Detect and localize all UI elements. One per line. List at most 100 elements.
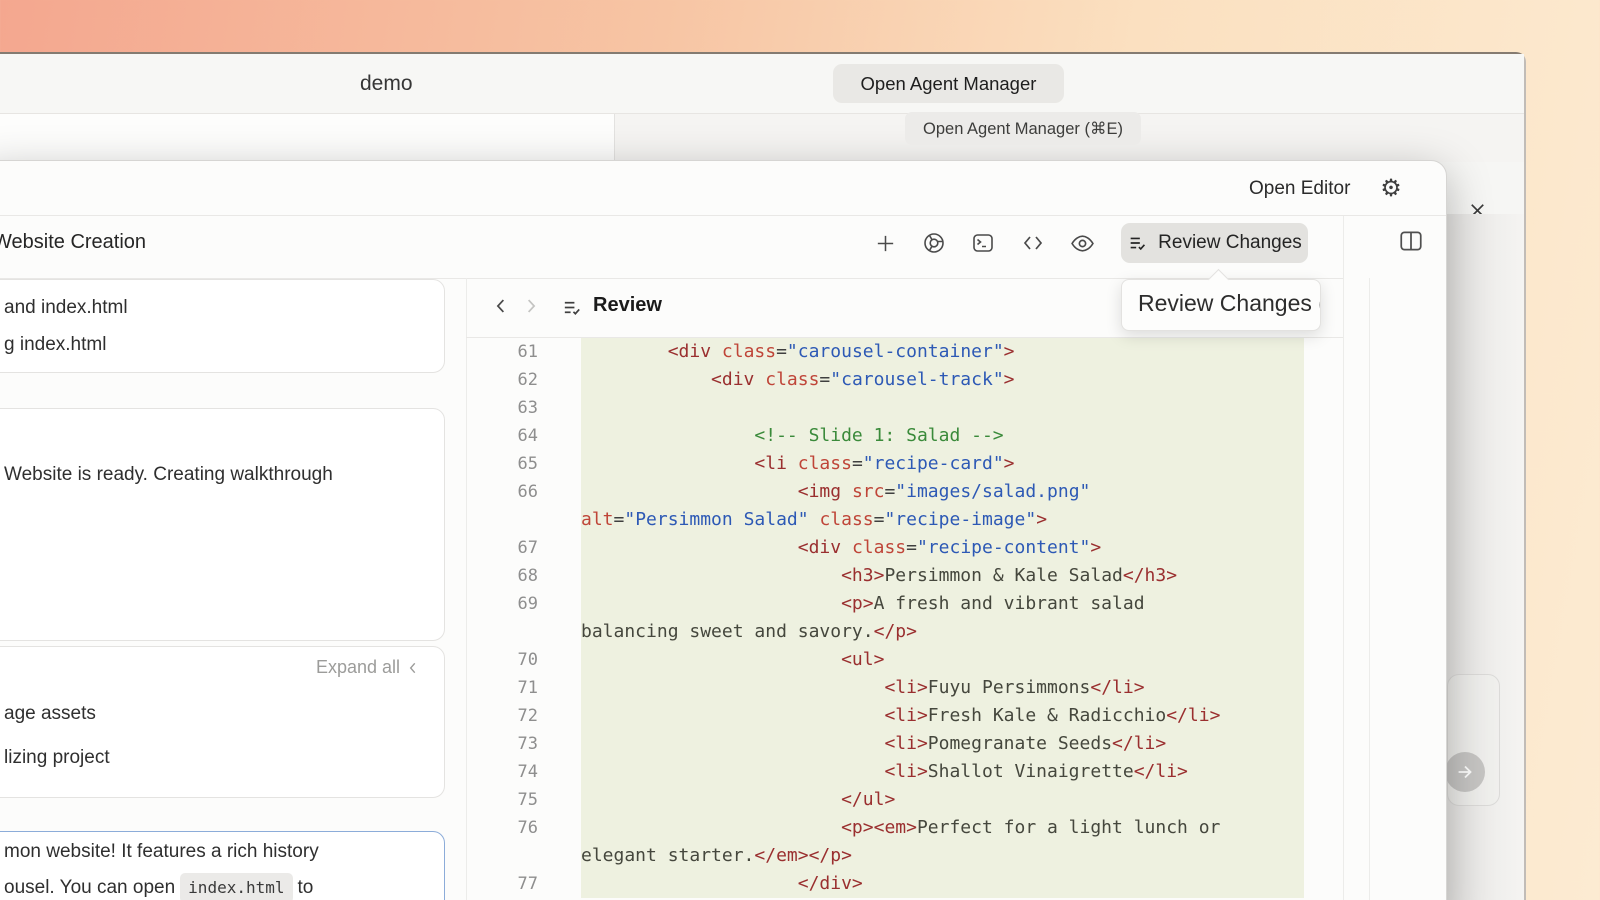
code-line-row: 66 <img src="images/salad.png": [466, 478, 1447, 506]
plus-icon[interactable]: [871, 229, 899, 257]
arrow-right-icon[interactable]: [1445, 752, 1485, 792]
line-number: 64: [466, 422, 581, 450]
code-line: alt="Persimmon Salad" class="recipe-imag…: [581, 506, 1304, 534]
code-line: <li>Fuyu Persimmons</li>: [581, 674, 1304, 702]
file-item[interactable]: g index.html: [0, 334, 444, 356]
line-number: [466, 842, 581, 870]
line-number: 63: [466, 394, 581, 422]
split-pane-icon[interactable]: [1398, 228, 1424, 254]
panel-header: Open Editor ⚙: [0, 161, 1446, 216]
review-changes-label: Review Changes: [1158, 232, 1302, 254]
line-number: 66: [466, 478, 581, 506]
message-line1: mon website! It features a rich history: [4, 839, 319, 865]
line-number: 75: [466, 786, 581, 814]
code-line: <h3>Persimmon & Kale Salad</h3>: [581, 562, 1304, 590]
task-item[interactable]: lizing project: [0, 747, 444, 769]
code-line-row: 62 <div class="carousel-track">: [466, 366, 1447, 394]
code-line: <li>Fresh Kale & Radicchio</li>: [581, 702, 1304, 730]
line-number: 68: [466, 562, 581, 590]
code-line: [581, 394, 1304, 422]
line-number: [466, 618, 581, 646]
task-item[interactable]: age assets: [0, 703, 444, 725]
list-check-icon: [561, 296, 584, 319]
status-text: Website is ready. Creating walkthrough: [4, 464, 333, 486]
code-line: <p>A fresh and vibrant salad: [581, 590, 1304, 618]
code-line-row: elegant starter.</em></p>: [466, 842, 1447, 870]
review-title: Review: [593, 294, 662, 317]
message-line2: ousel. You can open index.html to: [4, 873, 313, 900]
message-card: mon website! It features a rich history …: [0, 831, 445, 900]
file-item[interactable]: and index.html: [0, 297, 444, 319]
code-line: <p><em>Perfect for a light lunch or: [581, 814, 1304, 842]
window-titlebar[interactable]: demo Open Agent Manager: [0, 54, 1524, 114]
line-number: 61: [466, 338, 581, 366]
code-line: </ul>: [581, 786, 1304, 814]
chevron-left-icon: [406, 661, 420, 675]
code-line-row: 67 <div class="recipe-content">: [466, 534, 1447, 562]
code-line-row: 65 <li class="recipe-card">: [466, 450, 1447, 478]
code-line-row: 63: [466, 394, 1447, 422]
code-line: </div>: [581, 870, 1304, 898]
code-line-row: 71 <li>Fuyu Persimmons</li>: [466, 674, 1447, 702]
code-line-row: 74 <li>Shallot Vinaigrette</li>: [466, 758, 1447, 786]
code-line: <li>Shallot Vinaigrette</li>: [581, 758, 1304, 786]
message-line2-post: to: [298, 875, 314, 900]
terminal-icon[interactable]: [969, 229, 997, 257]
code-line-row: alt="Persimmon Salad" class="recipe-imag…: [466, 506, 1447, 534]
status-card: Website is ready. Creating walkthrough: [0, 408, 445, 641]
open-agent-manager-button[interactable]: Open Agent Manager: [833, 64, 1064, 103]
chevron-right-icon[interactable]: [519, 295, 541, 317]
line-number: 77: [466, 870, 581, 898]
code-diff-area[interactable]: 61 <div class="carousel-container">62 <d…: [466, 338, 1447, 900]
list-check-icon: [1127, 232, 1149, 254]
code-line: balancing sweet and savory.</p>: [581, 618, 1304, 646]
line-number: 69: [466, 590, 581, 618]
eye-icon[interactable]: [1068, 229, 1096, 257]
agent-manager-panel: Open Editor ⚙ Website Creation Review Ch…: [0, 160, 1447, 900]
chrome-icon[interactable]: [920, 229, 948, 257]
code-line: <div class="carousel-track">: [581, 366, 1304, 394]
left-pane-header: [0, 114, 615, 162]
code-line: <img src="images/salad.png": [581, 478, 1304, 506]
inline-code-chip: index.html: [180, 873, 292, 900]
code-line: <li class="recipe-card">: [581, 450, 1304, 478]
code-line-row: 70 <ul>: [466, 646, 1447, 674]
line-number: 70: [466, 646, 581, 674]
chevron-left-icon[interactable]: [491, 295, 513, 317]
code-line-row: 61 <div class="carousel-container">: [466, 338, 1447, 366]
line-number: 76: [466, 814, 581, 842]
line-number: [466, 506, 581, 534]
line-number: 62: [466, 366, 581, 394]
code-line-row: 77 </div>: [466, 870, 1447, 898]
expand-all-button[interactable]: Expand all: [316, 657, 420, 678]
task-list: age assets lizing project: [0, 703, 444, 769]
code-line: <ul>: [581, 646, 1304, 674]
open-editor-button[interactable]: Open Editor: [1249, 178, 1350, 200]
code-line: <div class="carousel-container">: [581, 338, 1304, 366]
line-number: 72: [466, 702, 581, 730]
code-line: <li>Pomegranate Seeds</li>: [581, 730, 1304, 758]
project-title: Website Creation: [0, 231, 146, 254]
code-line: <div class="recipe-content">: [581, 534, 1304, 562]
review-changes-button[interactable]: Review Changes: [1121, 223, 1308, 263]
tasks-card: Expand all age assets lizing project: [0, 646, 445, 798]
code-icon[interactable]: [1019, 229, 1047, 257]
gear-icon[interactable]: ⚙: [1377, 174, 1405, 202]
message-line2-pre: ousel. You can open: [4, 875, 175, 900]
line-number: 67: [466, 534, 581, 562]
expand-all-label: Expand all: [316, 657, 400, 678]
agent-manager-tooltip: Open Agent Manager (⌘E): [905, 112, 1141, 145]
code-line: elegant starter.</em></p>: [581, 842, 1304, 870]
code-line-row: 72 <li>Fresh Kale & Radicchio</li>: [466, 702, 1447, 730]
code-line-row: 64 <!-- Slide 1: Salad -->: [466, 422, 1447, 450]
code-line-row: 68 <h3>Persimmon & Kale Salad</h3>: [466, 562, 1447, 590]
line-number: 65: [466, 450, 581, 478]
code-line-row: 75 </ul>: [466, 786, 1447, 814]
window-title: demo: [360, 72, 413, 96]
tab-bar: Agent ···: [0, 114, 1524, 162]
line-number: 73: [466, 730, 581, 758]
code-line-row: 76 <p><em>Perfect for a light lunch or: [466, 814, 1447, 842]
files-card: and index.html g index.html: [0, 279, 445, 373]
code-line-row: 73 <li>Pomegranate Seeds</li>: [466, 730, 1447, 758]
line-number: 71: [466, 674, 581, 702]
